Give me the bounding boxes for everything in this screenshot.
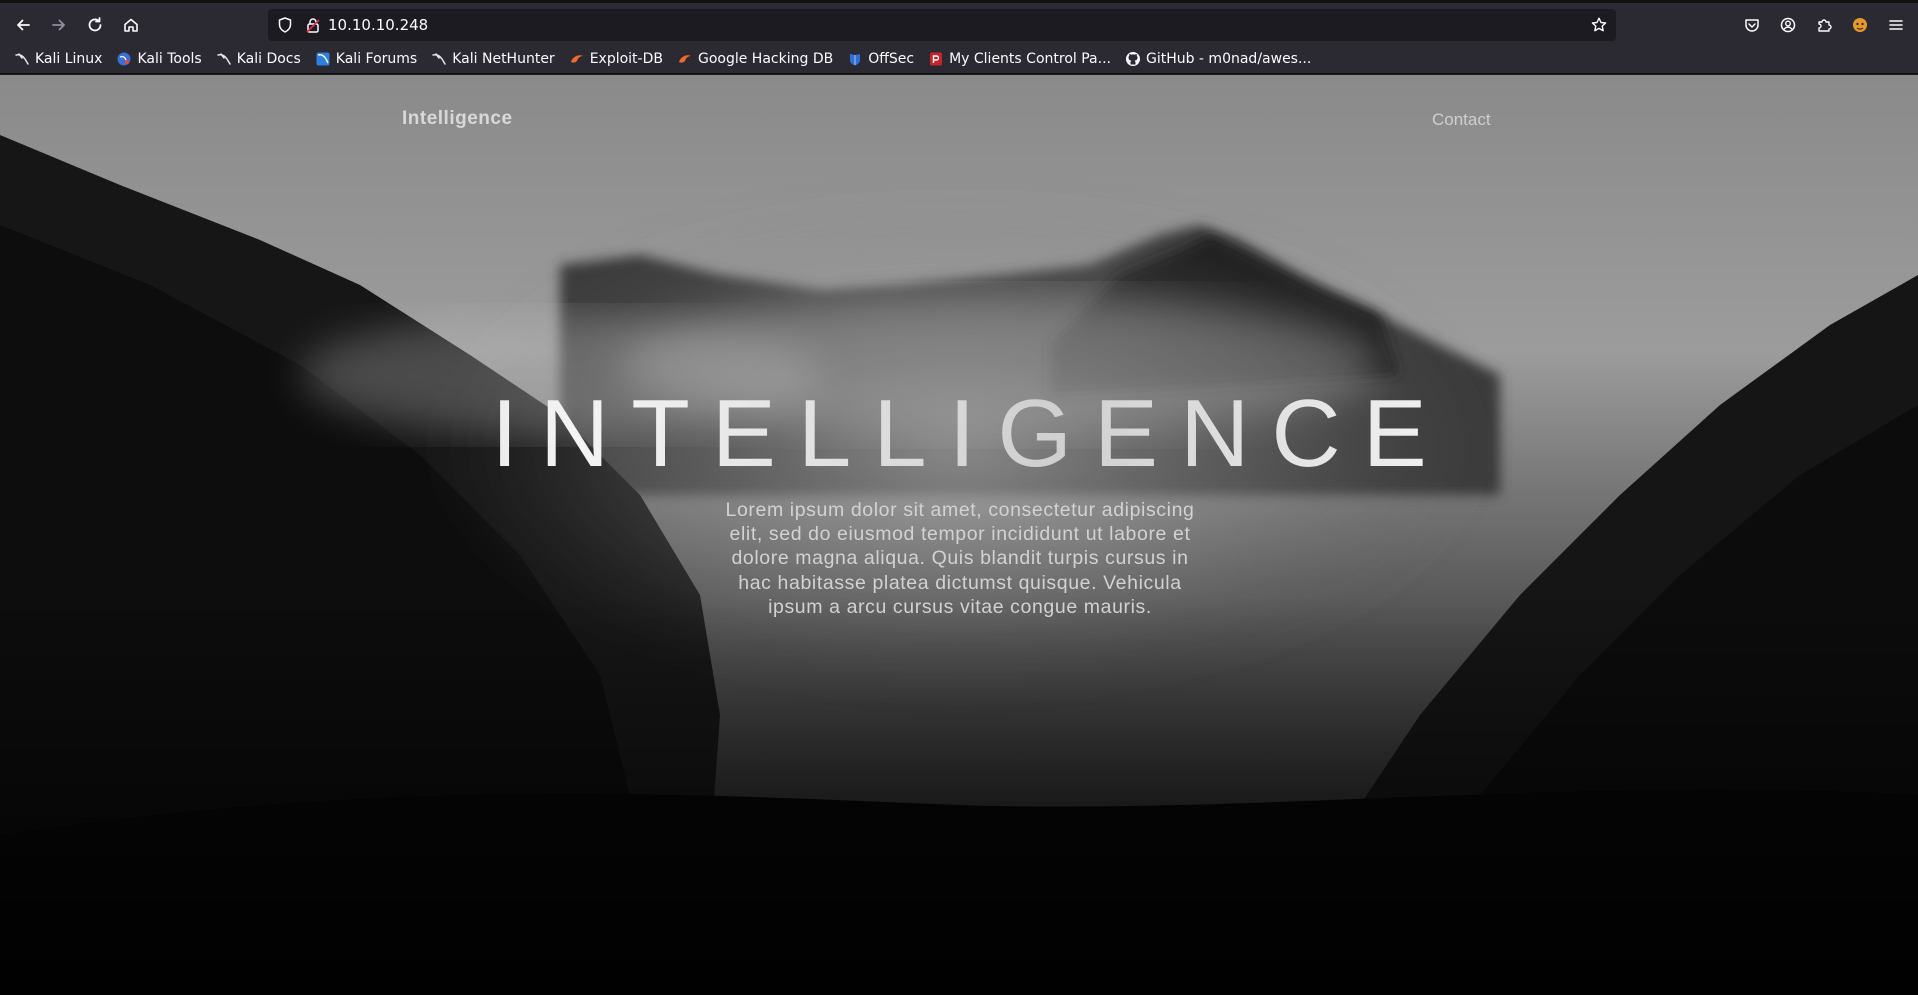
bookmark-my-clients-control-panel[interactable]: My Clients Control Pa... — [924, 47, 1115, 71]
pocket-button[interactable] — [1738, 11, 1766, 39]
kali-forums-icon — [316, 52, 330, 65]
hamburger-menu-icon — [1889, 20, 1903, 30]
hero-title: INTELLIGENCE — [0, 379, 1918, 489]
github-icon — [1125, 51, 1140, 66]
kali-dragon-icon — [15, 52, 29, 65]
reload-icon — [88, 17, 102, 32]
bookmark-label: GitHub - m0nad/awes... — [1145, 50, 1312, 67]
bookmark-label: My Clients Control Pa... — [949, 50, 1111, 67]
bookmark-label: Kali NetHunter — [452, 50, 555, 67]
account-button[interactable] — [1774, 11, 1802, 39]
shield-icon[interactable] — [276, 16, 294, 34]
extensions-button[interactable] — [1810, 11, 1838, 39]
puzzle-icon — [1818, 19, 1832, 32]
url-text[interactable]: 10.10.10.248 — [328, 9, 428, 41]
bookmark-google-hacking-db[interactable]: Google Hacking DB — [673, 47, 837, 71]
bookmark-label: Kali Forums — [335, 50, 418, 67]
bookmark-label: Kali Docs — [236, 50, 301, 67]
kali-dragon-icon — [216, 52, 231, 65]
control-panel-icon — [930, 52, 943, 65]
site-brand[interactable]: Intelligence — [402, 108, 513, 130]
bookmark-kali-forums[interactable]: Kali Forums — [311, 47, 421, 71]
url-bar[interactable]: 10.10.10.248 — [268, 9, 1616, 41]
home-icon — [124, 18, 138, 32]
bookmark-exploit-db[interactable]: Exploit-DB — [565, 47, 667, 71]
bookmark-kali-linux[interactable]: Kali Linux — [10, 47, 106, 71]
nav-contact-link[interactable]: Contact — [1432, 110, 1491, 130]
kali-dragon-icon — [432, 52, 446, 65]
bookmark-kali-tools[interactable]: Kali Tools — [112, 47, 205, 71]
bookmarks-toolbar: Kali Linux Kali Tools Kali Docs Kali For… — [0, 44, 1918, 74]
foxyproxy-button[interactable] — [1846, 11, 1874, 39]
page-viewport: Intelligence Contact INTELLIGENCE Lorem … — [0, 75, 1918, 995]
kali-tools-icon — [117, 52, 131, 65]
arrow-right-icon — [52, 19, 65, 31]
bookmark-github-m0nad[interactable]: GitHub - m0nad/awes... — [1121, 47, 1315, 71]
arrow-left-icon — [17, 19, 30, 31]
reload-button[interactable] — [81, 11, 109, 39]
insecure-lock-icon[interactable] — [304, 16, 322, 34]
bookmark-label: OffSec — [868, 50, 915, 67]
bookmark-offsec[interactable]: OffSec — [843, 47, 918, 71]
fox-extension-icon — [1853, 18, 1867, 32]
offsec-icon — [850, 53, 861, 65]
back-button[interactable] — [9, 11, 37, 39]
exploit-db-icon — [678, 54, 691, 63]
bookmark-kali-nethunter[interactable]: Kali NetHunter — [427, 47, 558, 71]
exploit-db-icon — [570, 54, 583, 63]
pocket-icon — [1745, 19, 1759, 32]
bookmark-kali-docs[interactable]: Kali Docs — [212, 47, 305, 71]
star-icon[interactable] — [1590, 16, 1608, 34]
bookmark-label: Exploit-DB — [589, 50, 663, 67]
bookmark-label: Kali Linux — [35, 50, 103, 67]
bookmark-label: Google Hacking DB — [697, 50, 834, 67]
home-button[interactable] — [117, 11, 145, 39]
forward-button[interactable] — [45, 11, 73, 39]
menu-button[interactable] — [1882, 11, 1910, 39]
hero-text: Lorem ipsum dolor sit amet, consectetur … — [725, 499, 1195, 618]
bookmark-label: Kali Tools — [137, 50, 202, 67]
account-icon — [1780, 17, 1796, 33]
browser-toolbar: 10.10.10.248 — [0, 0, 1918, 44]
